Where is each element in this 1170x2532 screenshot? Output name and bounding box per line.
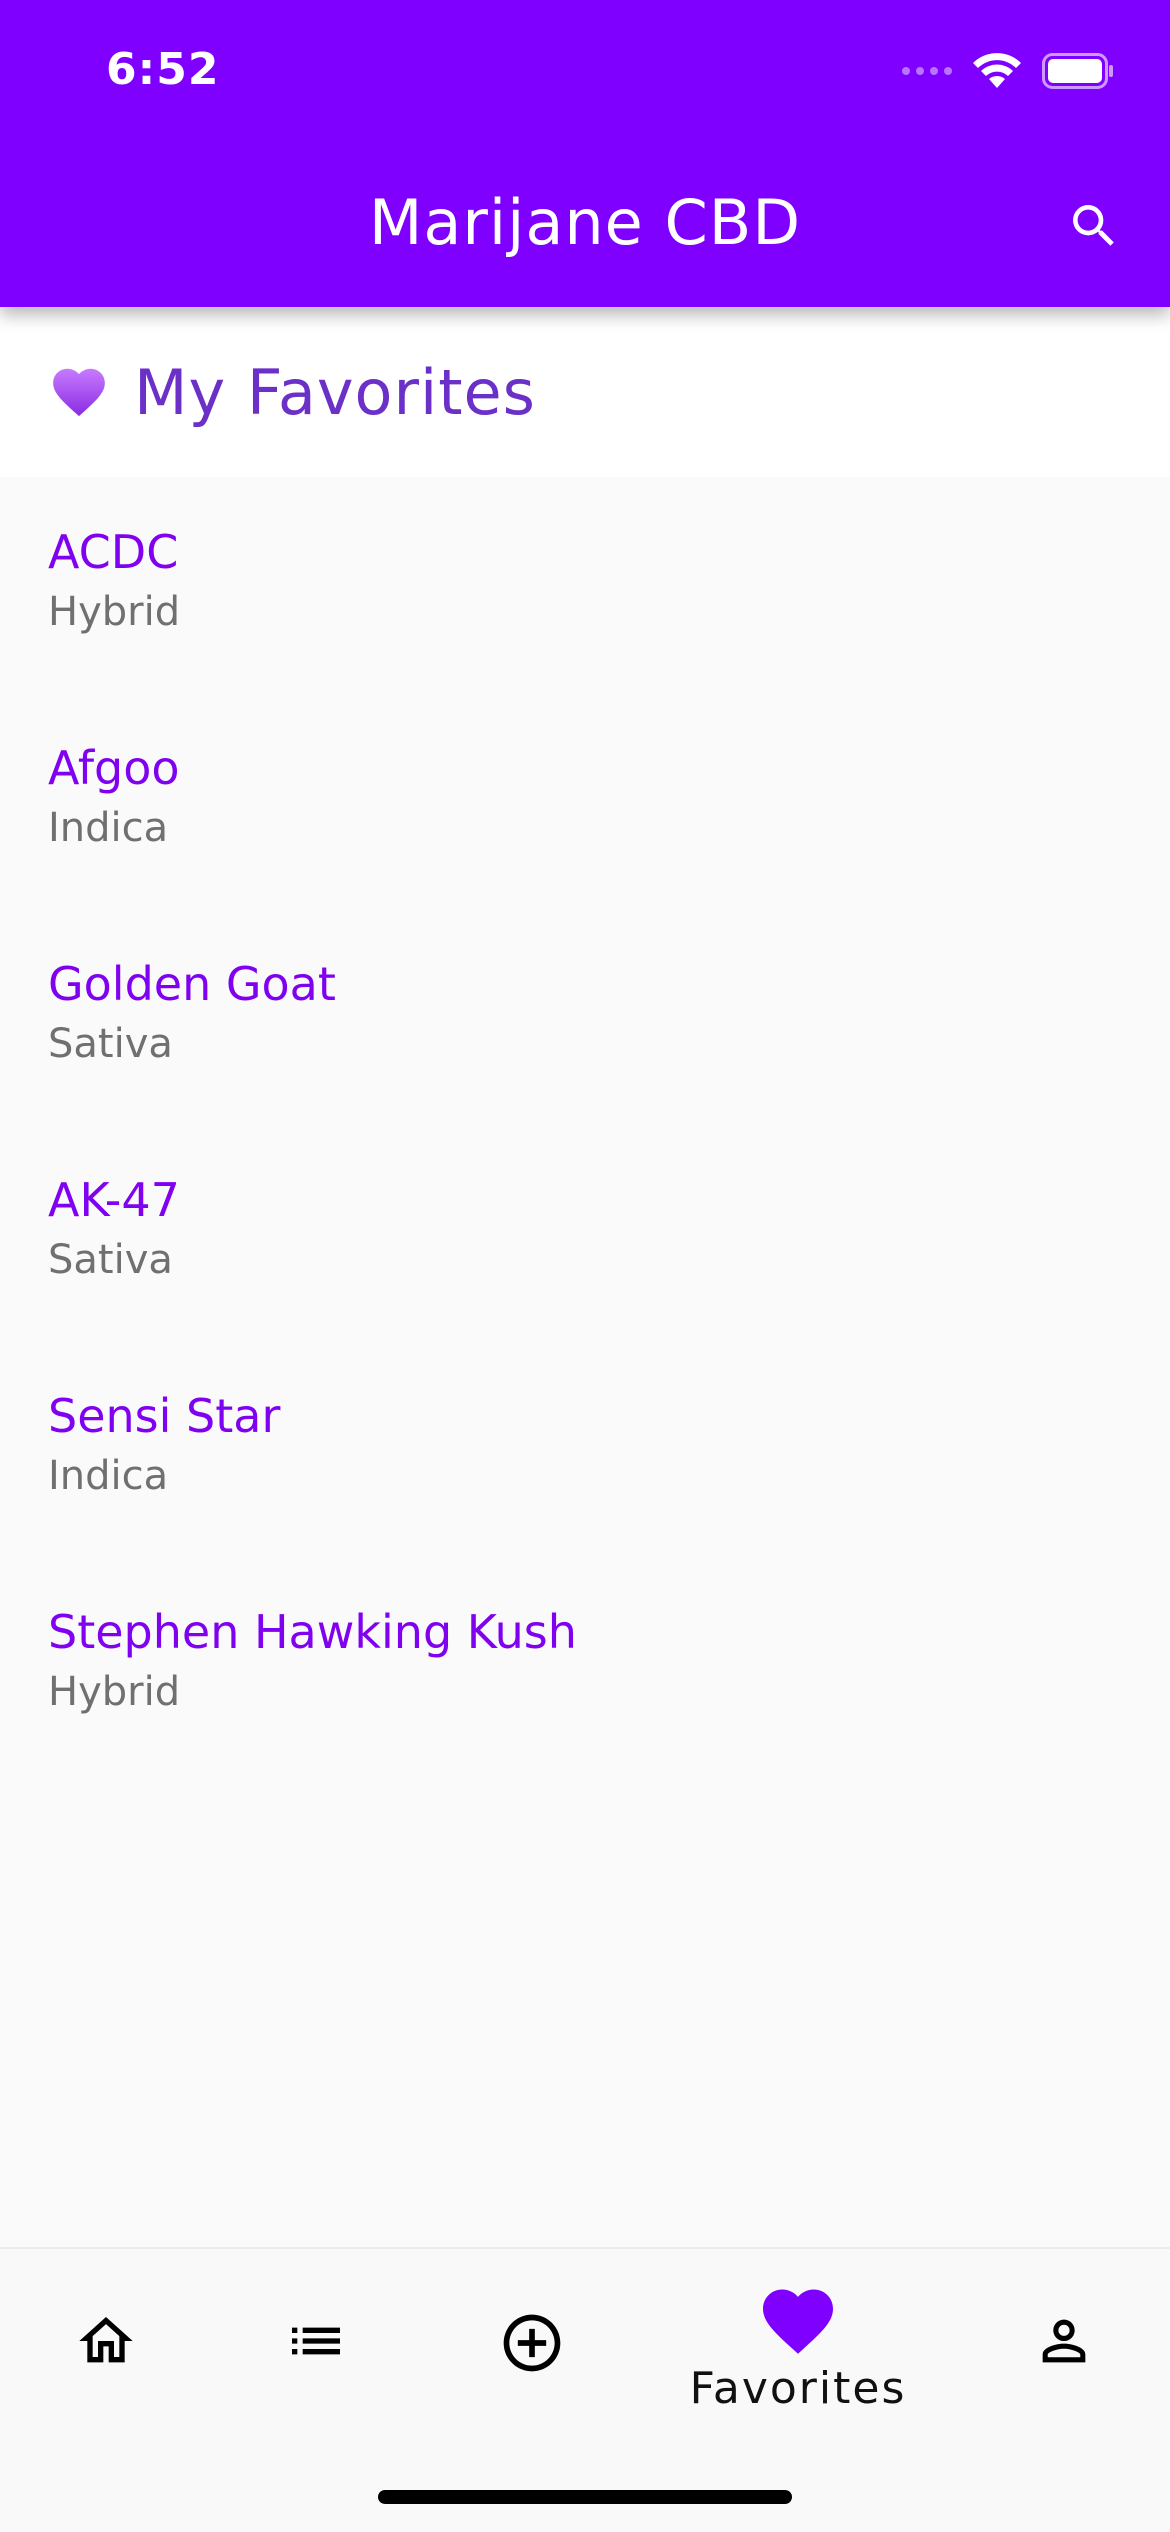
- strain-name: Sensi Star: [48, 1389, 281, 1443]
- cellular-signal-icon: [902, 67, 952, 75]
- nav-add-button[interactable]: [496, 2309, 568, 2459]
- wifi-icon: [972, 52, 1022, 90]
- nav-profile-button[interactable]: [1028, 2309, 1100, 2459]
- add-circle-icon: [503, 2314, 561, 2372]
- strain-type: Sativa: [48, 1021, 173, 1068]
- list-item[interactable]: AK-47 Sativa: [0, 1125, 1170, 1341]
- nav-list-button[interactable]: [280, 2309, 352, 2459]
- nav-favorites-label: Favorites: [689, 2363, 907, 2414]
- favorites-list: ACDC Hybrid Afgoo Indica Golden Goat Sat…: [0, 477, 1170, 1773]
- heart-icon: [763, 2289, 833, 2354]
- strain-type: Indica: [48, 1453, 169, 1500]
- strain-name: Afgoo: [48, 741, 180, 795]
- list-item[interactable]: Golden Goat Sativa: [0, 909, 1170, 1125]
- list-item[interactable]: Afgoo Indica: [0, 693, 1170, 909]
- nav-favorites-button[interactable]: Favorites: [680, 2279, 916, 2429]
- home-indicator[interactable]: [378, 2490, 792, 2504]
- list-item[interactable]: ACDC Hybrid: [0, 477, 1170, 693]
- person-icon: [1042, 2319, 1086, 2363]
- strain-type: Hybrid: [48, 1669, 181, 1716]
- battery-icon: [1042, 53, 1114, 89]
- favorites-section-header: My Favorites: [0, 307, 1170, 477]
- nav-home-button[interactable]: [70, 2309, 142, 2459]
- search-icon[interactable]: [1058, 190, 1130, 262]
- section-title: My Favorites: [134, 355, 536, 429]
- app-title: Marijane CBD: [368, 186, 802, 259]
- purple-heart-emoji-icon: [53, 368, 105, 417]
- status-time: 6:52: [106, 44, 220, 95]
- app-screen: 6:52 Marijane CBD My Favorites ACDC Hybr…: [0, 0, 1170, 2532]
- list-icon: [292, 2327, 340, 2355]
- app-bar: 6:52 Marijane CBD: [0, 0, 1170, 307]
- list-item[interactable]: Sensi Star Indica: [0, 1341, 1170, 1557]
- strain-type: Hybrid: [48, 589, 181, 636]
- strain-name: Stephen Hawking Kush: [48, 1605, 577, 1659]
- strain-name: ACDC: [48, 525, 179, 579]
- strain-type: Indica: [48, 805, 169, 852]
- status-icons: [902, 52, 1114, 90]
- home-icon: [79, 2317, 133, 2363]
- strain-name: Golden Goat: [48, 957, 336, 1011]
- list-item[interactable]: Stephen Hawking Kush Hybrid: [0, 1557, 1170, 1773]
- strain-name: AK-47: [48, 1173, 180, 1227]
- strain-type: Sativa: [48, 1237, 173, 1284]
